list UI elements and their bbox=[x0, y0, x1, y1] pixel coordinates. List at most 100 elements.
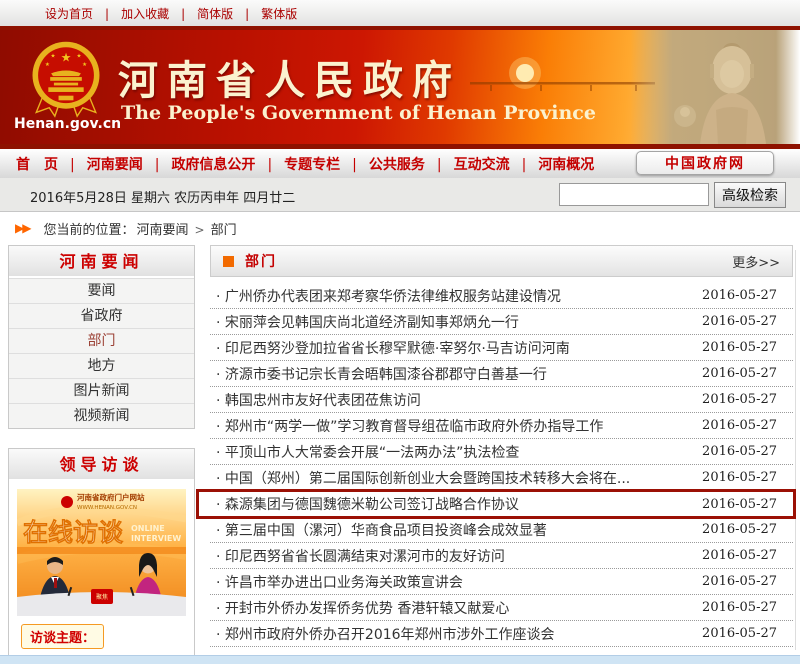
news-date: 2016-05-27 bbox=[702, 497, 777, 512]
banner-subtitle: The People's Government of Henan Provinc… bbox=[121, 102, 596, 124]
svg-text:聚焦: 聚焦 bbox=[96, 593, 108, 601]
news-date: 2016-05-27 bbox=[702, 366, 777, 381]
svg-text:★: ★ bbox=[61, 50, 72, 64]
nav-item[interactable]: 专题专栏 bbox=[255, 154, 340, 174]
news-date: 2016-05-27 bbox=[702, 626, 777, 641]
topbar-link[interactable]: 加入收藏 bbox=[93, 5, 169, 22]
breadcrumb-link[interactable]: 河南要闻 bbox=[136, 219, 188, 238]
national-emblem-icon: ★ ★ ★ ★ ★ bbox=[22, 38, 110, 118]
svg-text:★: ★ bbox=[50, 53, 55, 60]
news-row: 许昌市举办进出口业务海关政策宣讲会 2016-05-27 bbox=[210, 569, 793, 595]
news-title-link[interactable]: 郑州市“两学一做”学习教育督导组莅临市政府外侨办指导工作 bbox=[216, 416, 692, 436]
search-input[interactable] bbox=[559, 183, 709, 206]
sidebar-item[interactable]: 视频新闻 bbox=[9, 403, 194, 428]
news-date: 2016-05-27 bbox=[702, 288, 777, 303]
banner-title: 河南省人民政府 bbox=[118, 48, 461, 106]
news-title-link[interactable]: 广州侨办代表团来郑考察华侨法律维权服务站建设情况 bbox=[216, 286, 692, 306]
banner-scenery-image bbox=[470, 30, 800, 144]
nav-item[interactable]: 政府信息公开 bbox=[143, 154, 256, 174]
news-row: 宋丽萍会见韩国庆尚北道经济副知事郑炳允一行 2016-05-27 bbox=[210, 309, 793, 335]
svg-text:ONLINE: ONLINE bbox=[131, 524, 165, 533]
news-row: 第三届中国（漯河）华商食品项目投资峰会成效显著 2016-05-27 bbox=[210, 517, 793, 543]
date-bar: 2016年5月28日 星期六 农历丙申年 四月廿二 高级检索 bbox=[0, 178, 800, 212]
advanced-search-button[interactable]: 高级检索 bbox=[714, 182, 786, 208]
news-title-link[interactable]: 宋丽萍会见韩国庆尚北道经济副知事郑炳允一行 bbox=[216, 312, 692, 332]
news-date: 2016-05-27 bbox=[702, 548, 777, 563]
news-date: 2016-05-27 bbox=[702, 522, 777, 537]
news-date: 2016-05-27 bbox=[702, 574, 777, 589]
news-row: 郑州市政府外侨办召开2016年郑州市涉外工作座谈会 2016-05-27 bbox=[210, 621, 793, 647]
topbar-link[interactable]: 简体版 bbox=[169, 5, 233, 22]
main-nav: 中国政府网 首 页河南要闻政府信息公开专题专栏公共服务互动交流河南概况 bbox=[0, 149, 800, 178]
svg-text:INTERVIEW: INTERVIEW bbox=[131, 534, 181, 543]
news-row: 中国（郑州）第二届国际创新创业大会暨跨国技术转移大会将在... 2016-05-… bbox=[210, 465, 793, 491]
interview-panel: 领导访谈 河南省政府门户网站 WWW.HENAN.GOV.CN 在线访谈 ONL… bbox=[8, 448, 195, 664]
news-row: 广州侨办代表团来郑考察华侨法律维权服务站建设情况 2016-05-27 bbox=[210, 283, 793, 309]
nav-item[interactable]: 公共服务 bbox=[340, 154, 425, 174]
orange-square-icon bbox=[223, 256, 234, 267]
svg-text:★: ★ bbox=[45, 61, 50, 68]
news-row: 森源集团与德国魏德米勒公司签订战略合作协议 2016-05-27 bbox=[196, 489, 796, 519]
news-row: 郑州市“两学一做”学习教育督导组莅临市政府外侨办指导工作 2016-05-27 bbox=[210, 413, 793, 439]
news-row: 开封市外侨办发挥侨务优势 香港轩辕又献爱心 2016-05-27 bbox=[210, 595, 793, 621]
news-title-link[interactable]: 郑州市政府外侨办召开2016年郑州市涉外工作座谈会 bbox=[216, 624, 692, 644]
section-header: 部门 更多>> bbox=[210, 245, 793, 277]
section-title: 部门 bbox=[245, 251, 277, 271]
topbar-link[interactable]: 繁体版 bbox=[233, 5, 297, 22]
svg-text:河南省政府门户网站: 河南省政府门户网站 bbox=[77, 492, 145, 502]
svg-text:在线访谈: 在线访谈 bbox=[23, 518, 124, 547]
breadcrumb-link[interactable]: 部门 bbox=[189, 219, 237, 238]
sidebar-item[interactable]: 地方 bbox=[9, 353, 194, 378]
sidebar-item[interactable]: 部门 bbox=[9, 328, 194, 353]
news-title-link[interactable]: 森源集团与德国魏德米勒公司签订战略合作协议 bbox=[216, 494, 692, 514]
news-row: 韩国忠州市友好代表团莅焦访问 2016-05-27 bbox=[210, 387, 793, 413]
sidebar-menu-items: 要闻省政府部门地方图片新闻视频新闻 bbox=[9, 278, 194, 428]
news-date: 2016-05-27 bbox=[702, 444, 777, 459]
news-title-link[interactable]: 开封市外侨办发挥侨务优势 香港轩辕又献爱心 bbox=[216, 598, 692, 618]
news-title-link[interactable]: 韩国忠州市友好代表团莅焦访问 bbox=[216, 390, 692, 410]
news-title-link[interactable]: 印尼西努省省长圆满结束对漯河市的友好访问 bbox=[216, 546, 692, 566]
page-root: { "topbar": { "links": ["设为首页", "加入收藏", … bbox=[0, 0, 800, 664]
news-row: 济源市委书记宗长青会晤韩国漆谷郡郡守白善基一行 2016-05-27 bbox=[210, 361, 793, 387]
news-title-link[interactable]: 平顶山市人大常委会开展“一法两办法”执法检查 bbox=[216, 442, 692, 462]
news-title-link[interactable]: 中国（郑州）第二届国际创新创业大会暨跨国技术转移大会将在... bbox=[216, 468, 692, 488]
news-row: 印尼西努省省长圆满结束对漯河市的友好访问 2016-05-27 bbox=[210, 543, 793, 569]
news-row: 平顶山市人大常委会开展“一法两办法”执法检查 2016-05-27 bbox=[210, 439, 793, 465]
sidebar-item[interactable]: 要闻 bbox=[9, 278, 194, 303]
nav-item[interactable]: 首 页 bbox=[16, 154, 58, 174]
breadcrumb-prefix: 您当前的位置： bbox=[43, 219, 134, 238]
news-title-link[interactable]: 第三届中国（漯河）华商食品项目投资峰会成效显著 bbox=[216, 520, 692, 540]
news-date: 2016-05-27 bbox=[702, 470, 777, 485]
sidebar-menu-title: 河南要闻 bbox=[9, 246, 194, 278]
topbar: 设为首页加入收藏简体版繁体版 bbox=[0, 0, 800, 26]
date-text: 2016年5月28日 星期六 农历丙申年 四月廿二 bbox=[30, 187, 295, 206]
content-right-rule bbox=[795, 250, 796, 650]
nav-item[interactable]: 河南概况 bbox=[510, 154, 595, 174]
more-link[interactable]: 更多>> bbox=[732, 252, 780, 271]
news-date: 2016-05-27 bbox=[702, 314, 777, 329]
sidebar-item[interactable]: 图片新闻 bbox=[9, 378, 194, 403]
news-title-link[interactable]: 印尼西努沙登加拉省省长穆罕默德·宰努尔·马吉访问河南 bbox=[216, 338, 692, 358]
sidebar-menu: 河南要闻 要闻省政府部门地方图片新闻视频新闻 bbox=[8, 245, 195, 429]
breadcrumb: ▶▶ 您当前的位置： 河南要闻部门 bbox=[0, 212, 800, 244]
gov-site-button[interactable]: 中国政府网 bbox=[636, 151, 774, 175]
nav-item[interactable]: 河南要闻 bbox=[58, 154, 143, 174]
site-domain: Henan.gov.cn bbox=[14, 116, 121, 132]
breadcrumb-trail: 河南要闻部门 bbox=[136, 219, 236, 238]
footer-edge bbox=[0, 655, 800, 664]
news-row: 印尼西努沙登加拉省省长穆罕默德·宰努尔·马吉访问河南 2016-05-27 bbox=[210, 335, 793, 361]
topic-label: 访谈主题： bbox=[21, 624, 104, 649]
svg-text:★: ★ bbox=[82, 61, 87, 68]
interview-photo[interactable]: 河南省政府门户网站 WWW.HENAN.GOV.CN 在线访谈 ONLINE I… bbox=[17, 489, 186, 616]
topbar-link[interactable]: 设为首页 bbox=[45, 5, 93, 22]
nav-item[interactable]: 互动交流 bbox=[425, 154, 510, 174]
news-date: 2016-05-27 bbox=[702, 418, 777, 433]
double-arrow-icon: ▶▶ bbox=[15, 221, 29, 235]
sidebar-item[interactable]: 省政府 bbox=[9, 303, 194, 328]
news-date: 2016-05-27 bbox=[702, 340, 777, 355]
news-list: 广州侨办代表团来郑考察华侨法律维权服务站建设情况 2016-05-27 宋丽萍会… bbox=[210, 283, 793, 647]
interview-title: 领导访谈 bbox=[9, 449, 194, 481]
svg-text:WWW.HENAN.GOV.CN: WWW.HENAN.GOV.CN bbox=[77, 505, 137, 511]
news-title-link[interactable]: 济源市委书记宗长青会晤韩国漆谷郡郡守白善基一行 bbox=[216, 364, 692, 384]
news-title-link[interactable]: 许昌市举办进出口业务海关政策宣讲会 bbox=[216, 572, 692, 592]
